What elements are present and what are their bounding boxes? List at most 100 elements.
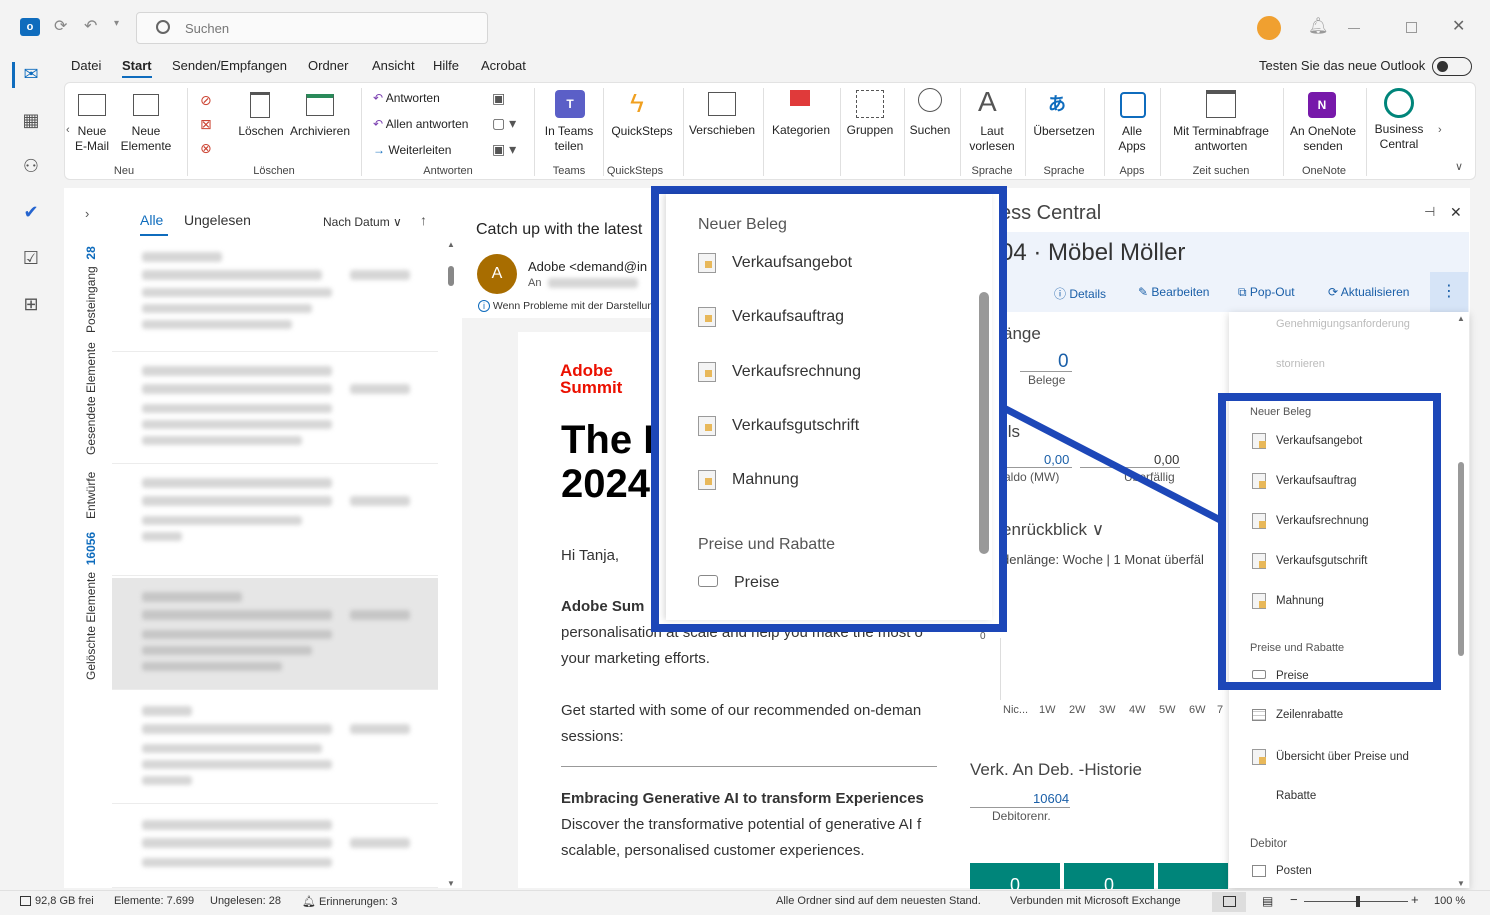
cue-value[interactable]: 0 — [1058, 351, 1069, 373]
business-central-button[interactable]: Business Central — [1370, 122, 1428, 152]
tasks-rail-icon[interactable]: ☑ — [17, 248, 45, 272]
delete-button[interactable]: Löschen — [236, 124, 286, 139]
close-pane-icon[interactable]: ✕ — [1450, 204, 1462, 221]
history-value[interactable]: 10604 — [1033, 791, 1069, 806]
zoom-item-sales-quote[interactable]: Verkaufsangebot — [698, 253, 852, 273]
all-apps-button[interactable]: Alle Apps — [1108, 124, 1156, 154]
message-list-scrollbar[interactable]: ▲ ▼ — [446, 240, 456, 888]
try-new-outlook-toggle[interactable] — [1432, 57, 1472, 76]
people-rail-icon[interactable]: ⚇ — [17, 156, 45, 180]
zoom-item-sales-invoice[interactable]: Verkaufsrechnung — [698, 362, 861, 382]
sort-direction-icon[interactable]: ↑ — [420, 212, 427, 228]
reading-view-icon[interactable]: ▤ — [1262, 894, 1273, 908]
menu-item-line-discounts[interactable]: Zeilenrabatte — [1252, 709, 1343, 721]
junk-icon[interactable]: ⊗ — [200, 140, 212, 157]
tab-unread[interactable]: Ungelesen — [184, 212, 251, 228]
translate-button[interactable]: Übersetzen — [1030, 124, 1098, 139]
menu-datei[interactable]: Datei — [71, 58, 101, 73]
sort-dropdown[interactable]: Nach Datum ∨ — [323, 215, 402, 229]
refresh-button[interactable]: ⟳ Aktualisieren — [1328, 285, 1409, 299]
zoom-in-icon[interactable]: + — [1411, 892, 1419, 907]
mail-rail-icon[interactable]: ✉ — [17, 64, 45, 88]
details-button[interactable]: ⓘ Details — [1054, 285, 1106, 302]
apps-rail-icon[interactable]: ⊞ — [17, 294, 45, 318]
onenote-button[interactable]: An OneNote senden — [1286, 124, 1360, 154]
edit-button[interactable]: ✎ Bearbeiten — [1138, 285, 1209, 299]
zoom-item-credit-memo[interactable]: Verkaufsgutschrift — [698, 416, 859, 436]
menu-senden-empfangen[interactable]: Senden/Empfangen — [172, 58, 287, 73]
search-input[interactable]: Suchen — [136, 12, 488, 44]
menu-start[interactable]: Start — [122, 58, 152, 73]
tile-3[interactable] — [1158, 863, 1228, 889]
pin-icon[interactable]: ⊣ — [1424, 204, 1435, 220]
menu-item-ledger[interactable]: Posten — [1252, 865, 1312, 877]
list-item[interactable] — [112, 806, 438, 888]
reply-button[interactable]: ↶ Antworten — [373, 91, 440, 105]
quicksteps-button[interactable]: QuickSteps — [606, 124, 678, 139]
calendar-rail-icon[interactable]: ▦ — [17, 110, 45, 134]
ignore-icon[interactable]: ⊘ — [200, 92, 212, 109]
bc-menu-scrollbar[interactable]: ▲ ▼ — [1455, 314, 1467, 888]
folder-sent[interactable]: Gesendete Elemente — [84, 342, 98, 455]
more-actions-button[interactable]: ⋮ — [1430, 272, 1468, 312]
zoom-slider[interactable] — [1304, 896, 1408, 907]
zoom-slider-thumb[interactable] — [1356, 896, 1360, 907]
cleanup-icon[interactable]: ⊠ — [200, 116, 212, 133]
list-item[interactable] — [112, 240, 438, 352]
popout-button[interactable]: ⧉ Pop-Out — [1238, 285, 1295, 300]
move-button[interactable]: Verschieben — [686, 123, 758, 138]
categories-button[interactable]: Kategorien — [766, 123, 836, 138]
minimize-icon[interactable] — [1348, 28, 1360, 29]
list-item-selected[interactable] — [112, 578, 438, 690]
maximize-icon[interactable] — [1406, 22, 1417, 33]
normal-view-icon[interactable] — [1212, 892, 1246, 912]
forward-button[interactable]: → Weiterleiten — [373, 143, 451, 157]
zoom-out-icon[interactable]: − — [1290, 892, 1298, 907]
menu-ordner[interactable]: Ordner — [308, 58, 348, 73]
menu-ansicht[interactable]: Ansicht — [372, 58, 415, 73]
zoom-item-reminder[interactable]: Mahnung — [698, 470, 799, 490]
reply-all-button[interactable]: ↶ Allen antworten — [373, 117, 468, 131]
sender-name[interactable]: Adobe <demand@in — [528, 259, 647, 274]
menu-item-price-overview[interactable]: Übersicht über Preise und — [1252, 749, 1409, 765]
todo-rail-icon[interactable]: ✔ — [17, 202, 45, 226]
menu-acrobat[interactable]: Acrobat — [481, 58, 526, 73]
folder-inbox[interactable]: Posteingang 28 — [84, 246, 98, 333]
bell-icon[interactable]: 🔔︎ — [1308, 16, 1328, 36]
more-respond-icon[interactable]: ▣ ▾ — [492, 141, 516, 158]
im-icon[interactable]: ▢ ▾ — [492, 115, 516, 132]
new-items-button[interactable]: Neue Elemente — [112, 124, 180, 154]
folder-drafts[interactable]: Entwürfe — [84, 472, 98, 519]
period-length-text[interactable]: denlänge: Woche | 1 Monat überfäl — [1002, 552, 1218, 567]
list-item[interactable] — [112, 464, 438, 576]
sync-icon[interactable]: ⟳ — [54, 16, 67, 36]
read-aloud-button[interactable]: Laut vorlesen — [964, 124, 1020, 154]
zoom-item-prices[interactable]: Preise — [698, 574, 779, 592]
list-item[interactable] — [112, 692, 438, 804]
undo-icon[interactable]: ↶ — [84, 16, 97, 36]
groups-button[interactable]: Gruppen — [842, 123, 898, 138]
archive-button[interactable]: Archivieren — [288, 124, 352, 139]
ribbon-scroll-right-icon[interactable]: › — [1438, 124, 1442, 136]
tile-1[interactable]: 0 — [970, 863, 1060, 889]
meeting-icon[interactable]: ▣ — [492, 90, 505, 107]
expand-folders-icon[interactable]: › — [85, 206, 89, 221]
search-button[interactable]: Suchen — [906, 123, 954, 138]
list-item[interactable] — [112, 352, 438, 464]
sender-avatar[interactable]: A — [477, 254, 517, 294]
new-mail-button[interactable]: Neue E-Mail — [72, 124, 112, 154]
quick-access-dropdown-icon[interactable]: ▾ — [114, 18, 119, 29]
share-teams-button[interactable]: In Teams teilen — [540, 124, 598, 154]
folder-deleted[interactable]: Gelöschte Elemente 16056 — [84, 532, 98, 680]
zoom-level[interactable]: 100 % — [1434, 895, 1465, 907]
tab-all[interactable]: Alle — [140, 212, 163, 228]
ribbon-scroll-left-icon[interactable]: ‹ — [66, 124, 70, 136]
zoom-scrollbar-thumb[interactable] — [979, 292, 989, 554]
reminders-status[interactable]: 🔔︎ Erinnerungen: 3 — [302, 895, 397, 908]
zoom-item-sales-order[interactable]: Verkaufsauftrag — [698, 307, 844, 327]
menu-item-price-overview-cont[interactable]: Rabatte — [1276, 790, 1316, 802]
tile-2[interactable]: 0 — [1064, 863, 1154, 889]
meeting-reply-button[interactable]: Mit Terminabfrage antworten — [1164, 124, 1278, 154]
menu-hilfe[interactable]: Hilfe — [433, 58, 459, 73]
avatar[interactable] — [1257, 16, 1281, 40]
